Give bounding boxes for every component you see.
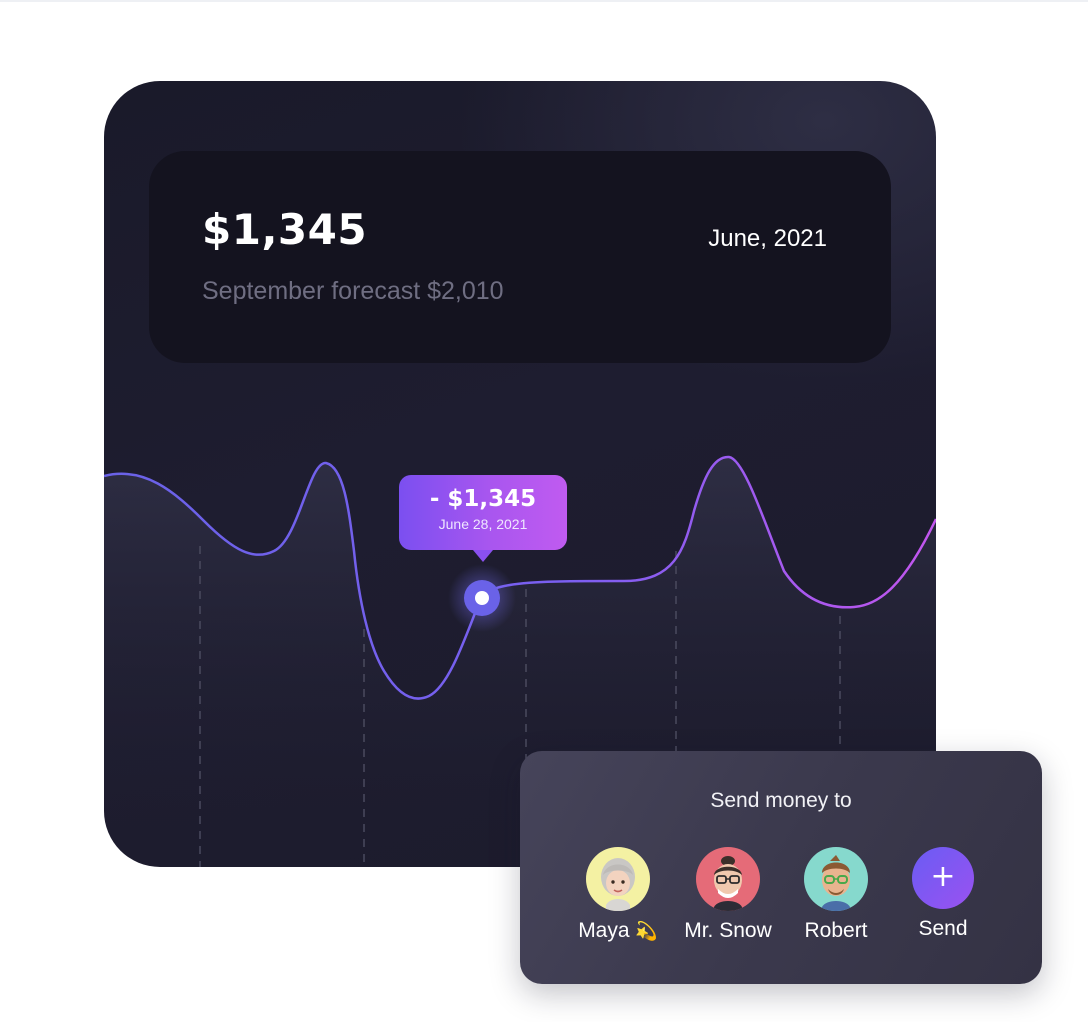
contact-name-robert: Robert xyxy=(804,919,868,942)
chart-tooltip: - $1,345 June 28, 2021 xyxy=(399,475,567,562)
balance-card: $1,345 September forecast $2,010 June, 2… xyxy=(104,81,936,867)
contact-maya[interactable]: Maya 💫 xyxy=(563,847,673,943)
sparkle-icon: 💫 xyxy=(635,921,658,941)
send-money-panel: Send money to Maya 💫 Mr. Snow Robert + S… xyxy=(520,751,1042,984)
selected-point-center xyxy=(475,591,489,605)
send-money-title: Send money to xyxy=(710,789,852,812)
tooltip-date: June 28, 2021 xyxy=(438,516,528,532)
forecast-text: September forecast $2,010 xyxy=(202,277,504,305)
memoji-maya-icon xyxy=(586,847,650,911)
period-label[interactable]: June, 2021 xyxy=(708,225,827,253)
top-divider xyxy=(0,0,1088,2)
send-button-label: Send xyxy=(918,917,968,940)
contact-mr-snow[interactable]: Mr. Snow xyxy=(673,847,783,943)
contact-name-maya: Maya 💫 xyxy=(578,919,658,942)
balance-summary: $1,345 September forecast $2,010 June, 2… xyxy=(149,151,891,363)
memoji-robert-icon xyxy=(804,847,868,911)
balance-amount: $1,345 xyxy=(202,205,368,254)
contact-send[interactable]: + Send xyxy=(888,847,998,941)
contact-robert[interactable]: Robert xyxy=(781,847,891,943)
tooltip-amount: - $1,345 xyxy=(429,486,537,512)
plus-icon: + xyxy=(930,859,956,894)
add-contact-button[interactable]: + xyxy=(912,847,974,909)
contact-name-mr-snow: Mr. Snow xyxy=(684,919,772,942)
memoji-mr-snow-icon xyxy=(696,847,760,911)
